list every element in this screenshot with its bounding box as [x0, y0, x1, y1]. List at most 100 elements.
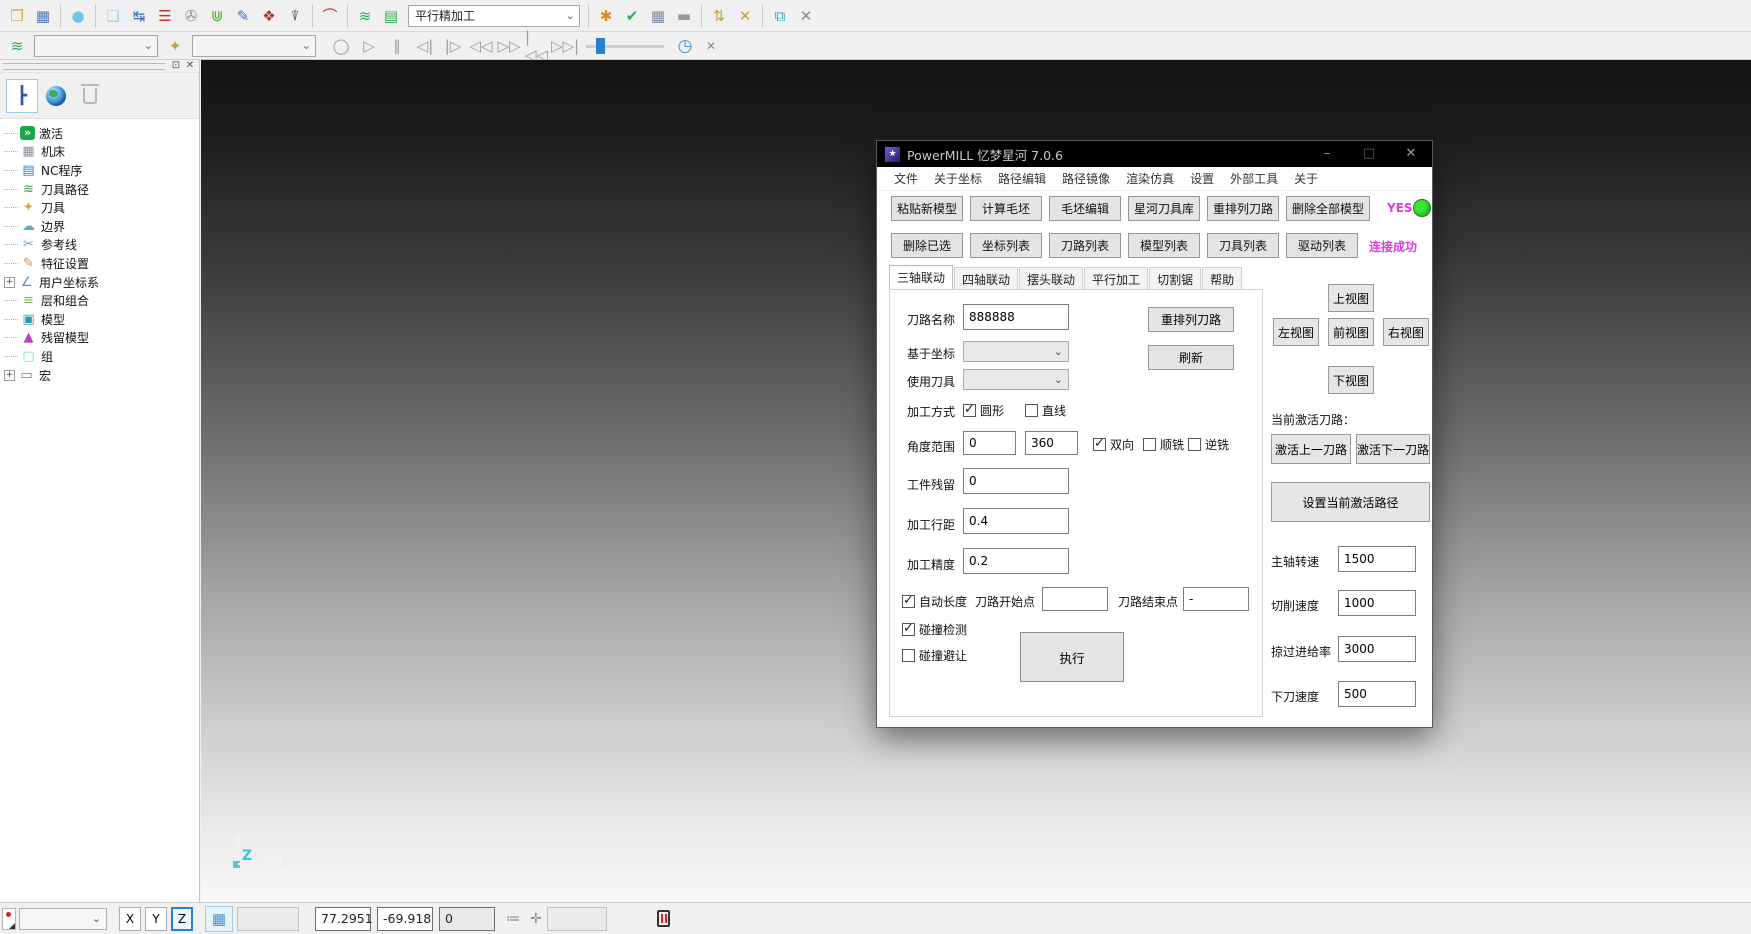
- menu-item-0[interactable]: 文件: [886, 170, 926, 187]
- move-cross-icon[interactable]: ✕: [732, 4, 758, 28]
- collision-check-checkbox[interactable]: 碰撞检测: [902, 621, 967, 638]
- light-icon[interactable]: ◯: [328, 34, 354, 58]
- plunge-speed-input[interactable]: [1338, 681, 1416, 707]
- sim-speed-slider[interactable]: [586, 37, 664, 55]
- panel-close-icon[interactable]: ✕: [183, 60, 197, 72]
- list-button-5[interactable]: 驱动列表: [1286, 233, 1358, 258]
- sim-toolpath-select[interactable]: ⌄: [34, 35, 158, 57]
- panel-float-icon[interactable]: ⊡: [169, 60, 183, 72]
- refresh-button[interactable]: 刷新: [1148, 345, 1234, 370]
- execute-button[interactable]: 执行: [1020, 632, 1124, 682]
- tool-holder-icon[interactable]: ⍒: [282, 4, 308, 28]
- toolpath-spring-icon[interactable]: ≋: [4, 34, 30, 58]
- rearrange-toolpath-button[interactable]: 重排列刀路: [1148, 307, 1234, 332]
- based-coord-select[interactable]: ⌄: [963, 341, 1069, 362]
- use-tool-select[interactable]: ⌄: [963, 369, 1069, 390]
- conventional-mill-checkbox[interactable]: 逆铣: [1188, 436, 1229, 453]
- bidirectional-checkbox[interactable]: 双向: [1093, 436, 1134, 453]
- play-icon[interactable]: ▷: [356, 34, 382, 58]
- climb-mill-checkbox[interactable]: 顺铣: [1143, 436, 1184, 453]
- explorer-tree-tab[interactable]: ┣: [6, 79, 38, 113]
- angle-to-input[interactable]: [1025, 431, 1078, 455]
- action-button-5[interactable]: 删除全部模型: [1286, 196, 1370, 221]
- save-project-icon[interactable]: ▦: [30, 4, 56, 28]
- expand-icon[interactable]: +: [4, 277, 15, 288]
- grid-snap-button[interactable]: ▦: [205, 906, 233, 932]
- view-front-button[interactable]: 前视图: [1328, 318, 1374, 346]
- tree-item-models[interactable]: ▣模型: [4, 310, 199, 329]
- open-project-icon[interactable]: ❐: [4, 4, 30, 28]
- strategy-preset-select[interactable]: 平行精加工 ⌄: [408, 5, 580, 27]
- next-toolpath-button[interactable]: 激活下一刀路: [1356, 434, 1430, 464]
- menu-item-7[interactable]: 关于: [1286, 170, 1326, 187]
- tree-item-macros[interactable]: +▭宏: [4, 366, 199, 385]
- prev-toolpath-button[interactable]: 激活上一刀路: [1271, 434, 1351, 464]
- x-axis-button[interactable]: X: [119, 907, 141, 931]
- rapid-heights-icon[interactable]: ↹: [126, 4, 152, 28]
- strategy-list-icon[interactable]: ▤: [378, 4, 404, 28]
- tool-swap-icon[interactable]: ⇅: [706, 4, 732, 28]
- angle-from-input[interactable]: [963, 431, 1016, 455]
- mirror-cylinders-icon[interactable]: ⧉: [767, 4, 793, 28]
- go-end-icon[interactable]: ▷▷|: [552, 34, 578, 58]
- stepover-input[interactable]: [963, 508, 1069, 534]
- action-button-1[interactable]: 计算毛坯: [970, 196, 1042, 221]
- list-button-2[interactable]: 刀路列表: [1049, 233, 1121, 258]
- pick-marker[interactable]: [2, 908, 16, 930]
- menu-item-6[interactable]: 外部工具: [1222, 170, 1286, 187]
- close-sim-toolbar-icon[interactable]: ✕: [698, 34, 724, 58]
- skim-feed-input[interactable]: [1338, 636, 1416, 662]
- tree-item-groups[interactable]: ▢组: [4, 347, 199, 366]
- start-point-input[interactable]: [1042, 587, 1108, 611]
- view-left-button[interactable]: 左视图: [1273, 318, 1319, 346]
- panel-grip[interactable]: ⊡ ✕: [0, 60, 199, 73]
- view-bottom-button[interactable]: 下视图: [1328, 366, 1374, 394]
- auto-length-checkbox[interactable]: 自动长度: [902, 593, 967, 610]
- tree-item-boundaries[interactable]: ☁边界: [4, 217, 199, 236]
- tab-5[interactable]: 帮助: [1202, 267, 1242, 290]
- list-button-4[interactable]: 刀具列表: [1207, 233, 1279, 258]
- close-button[interactable]: ✕: [1390, 141, 1432, 167]
- tool-burst-icon[interactable]: ✱: [593, 4, 619, 28]
- expand-icon[interactable]: +: [4, 370, 15, 381]
- dialog-title-bar[interactable]: ★ PowerMILL 忆梦星河 7.0.6 – □ ✕: [877, 141, 1432, 167]
- menu-item-1[interactable]: 关于坐标: [926, 170, 990, 187]
- go-start-icon[interactable]: |◁◁: [524, 34, 550, 58]
- collision-check-icon[interactable]: ⌒: [317, 4, 343, 28]
- stock-left-input[interactable]: [963, 468, 1069, 494]
- close-toolbar-icon[interactable]: ✕: [793, 4, 819, 28]
- tree-item-tools[interactable]: ✦刀具: [4, 198, 199, 217]
- tab-0[interactable]: 三轴联动: [889, 265, 953, 290]
- menu-item-2[interactable]: 路径编辑: [990, 170, 1054, 187]
- tree-item-workplanes[interactable]: +∠用户坐标系: [4, 273, 199, 292]
- tree-item-stock-models[interactable]: ▲残留模型: [4, 329, 199, 348]
- view-top-button[interactable]: 上视图: [1328, 284, 1374, 312]
- explorer-web-tab[interactable]: [40, 79, 72, 113]
- pencil-edit-icon[interactable]: ✎: [230, 4, 256, 28]
- points-icon[interactable]: ❖: [256, 4, 282, 28]
- y-axis-button[interactable]: Y: [145, 907, 167, 931]
- list-button-3[interactable]: 模型列表: [1128, 233, 1200, 258]
- action-button-0[interactable]: 粘贴新模型: [891, 196, 963, 221]
- tab-2[interactable]: 摆头联动: [1019, 267, 1083, 290]
- clock-icon[interactable]: ◷: [672, 34, 698, 58]
- ruler-icon[interactable]: ▬: [671, 4, 697, 28]
- maximize-button[interactable]: □: [1348, 141, 1390, 167]
- block-icon[interactable]: ❑: [100, 4, 126, 28]
- slider-thumb[interactable]: [596, 38, 605, 54]
- menu-item-5[interactable]: 设置: [1182, 170, 1222, 187]
- toolpath-spring-icon[interactable]: ≋: [352, 4, 378, 28]
- grid-size-field[interactable]: [237, 907, 299, 931]
- collision-avoid-checkbox[interactable]: 碰撞避让: [902, 647, 967, 664]
- stock-edit-icon[interactable]: ☰: [152, 4, 178, 28]
- z-axis-button[interactable]: Z: [171, 907, 193, 931]
- action-button-4[interactable]: 重排列刀路: [1207, 196, 1279, 221]
- tree-item-levels[interactable]: ≡层和组合: [4, 291, 199, 310]
- lead-link-icon[interactable]: ⋓: [204, 4, 230, 28]
- calculator-icon[interactable]: ▦: [645, 4, 671, 28]
- set-active-path-button[interactable]: 设置当前激活路径: [1271, 482, 1430, 522]
- step-forward-icon[interactable]: |▷: [440, 34, 466, 58]
- action-button-3[interactable]: 星河刀具库: [1128, 196, 1200, 221]
- tree-item-nc-programs[interactable]: ▤NC程序: [4, 161, 199, 180]
- list-button-0[interactable]: 删除已选: [891, 233, 963, 258]
